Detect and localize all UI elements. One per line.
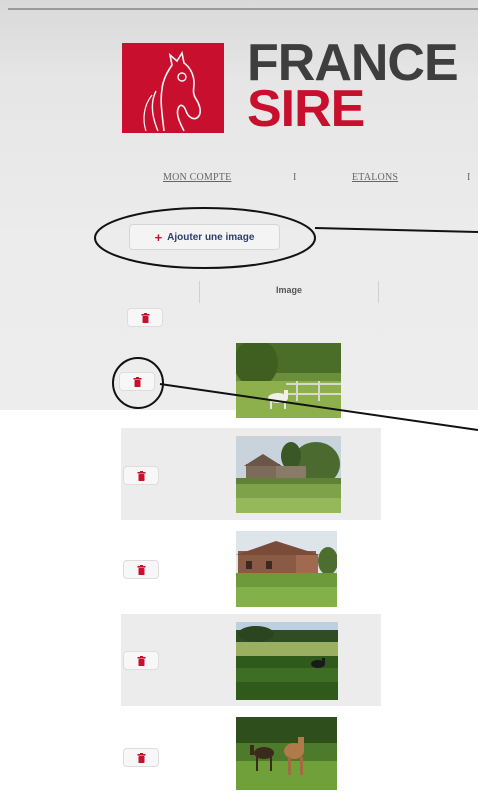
brand-logo: FRANCE SIRE	[247, 37, 459, 138]
image-column-header: Image	[199, 281, 379, 303]
delete-button[interactable]	[119, 372, 155, 391]
delete-button[interactable]	[123, 560, 159, 579]
delete-button[interactable]	[127, 308, 163, 327]
nav-mon-compte[interactable]: MON COMPTE	[163, 172, 231, 183]
nav-separator: I	[293, 172, 297, 183]
logo-horse-icon	[122, 43, 224, 133]
table-row	[119, 334, 381, 426]
top-divider	[8, 8, 478, 10]
image-thumbnail	[236, 717, 337, 790]
delete-button[interactable]	[123, 466, 159, 485]
delete-button[interactable]	[123, 651, 159, 670]
table-row	[121, 708, 381, 791]
nav-separator: I	[467, 172, 471, 183]
plus-icon: +	[154, 229, 163, 245]
trash-icon	[137, 470, 145, 481]
table-row	[121, 428, 381, 520]
trash-icon	[137, 752, 145, 763]
image-thumbnail	[236, 436, 341, 513]
add-image-button[interactable]: + Ajouter une image	[129, 224, 280, 250]
image-thumbnail	[236, 531, 337, 607]
main-nav: MON COMPTE I ETALONS I	[0, 172, 478, 190]
trash-icon	[133, 376, 141, 387]
table-header: Image	[123, 273, 381, 330]
table-row	[121, 522, 381, 614]
image-thumbnail	[236, 622, 338, 700]
image-thumbnail	[236, 343, 341, 418]
trash-icon	[137, 564, 145, 575]
brand-line-2: SIRE	[247, 80, 365, 138]
trash-icon	[137, 655, 145, 666]
nav-etalons[interactable]: ETALONS	[352, 172, 398, 183]
table-row	[121, 614, 381, 706]
trash-icon	[141, 312, 149, 323]
delete-button[interactable]	[123, 748, 159, 767]
image-column-label: Image	[275, 285, 302, 295]
add-image-label: Ajouter une image	[167, 231, 255, 243]
